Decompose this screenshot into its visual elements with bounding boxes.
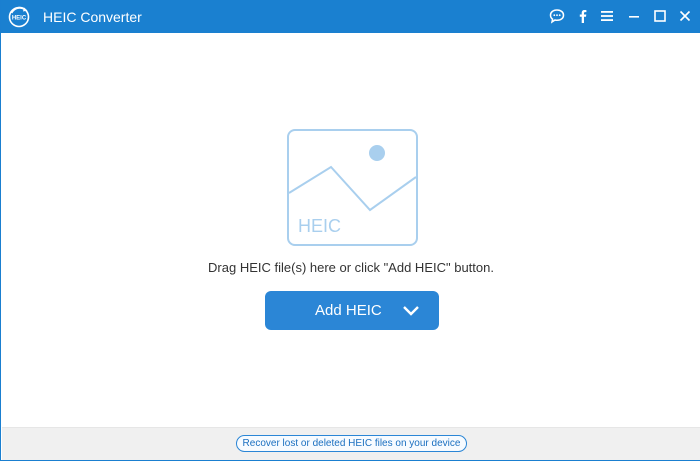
menu-button[interactable] [597, 6, 617, 26]
maximize-button[interactable] [650, 6, 670, 26]
add-heic-button[interactable]: Add HEIC [265, 291, 439, 330]
recover-files-link[interactable]: Recover lost or deleted HEIC files on yo… [236, 435, 467, 452]
app-window: HEIC HEIC Converter HEIC Drag HEIC file(… [0, 0, 700, 461]
drop-hint-text: Drag HEIC file(s) here or click "Add HEI… [208, 260, 494, 275]
minimize-icon [629, 16, 639, 18]
close-icon [679, 10, 691, 22]
title-bar[interactable]: HEIC HEIC Converter [1, 0, 700, 33]
facebook-button[interactable] [573, 6, 593, 26]
app-title: HEIC Converter [43, 9, 142, 25]
placeholder-heic-label: HEIC [298, 216, 341, 236]
feedback-button[interactable] [547, 6, 567, 26]
image-placeholder-icon: HEIC [287, 129, 418, 246]
add-heic-button-label: Add HEIC [315, 302, 382, 319]
app-logo-text: HEIC [12, 16, 27, 22]
close-button[interactable] [675, 6, 695, 26]
feedback-icon [549, 9, 565, 24]
drop-area[interactable]: HEIC Drag HEIC file(s) here or click "Ad… [2, 33, 700, 427]
menu-icon [601, 11, 613, 21]
chevron-down-icon[interactable] [399, 301, 423, 321]
app-logo-icon: HEIC [8, 6, 30, 28]
footer-bar: Recover lost or deleted HEIC files on yo… [2, 427, 700, 460]
facebook-icon [579, 10, 587, 23]
minimize-button[interactable] [624, 6, 644, 26]
maximize-icon [654, 10, 666, 22]
